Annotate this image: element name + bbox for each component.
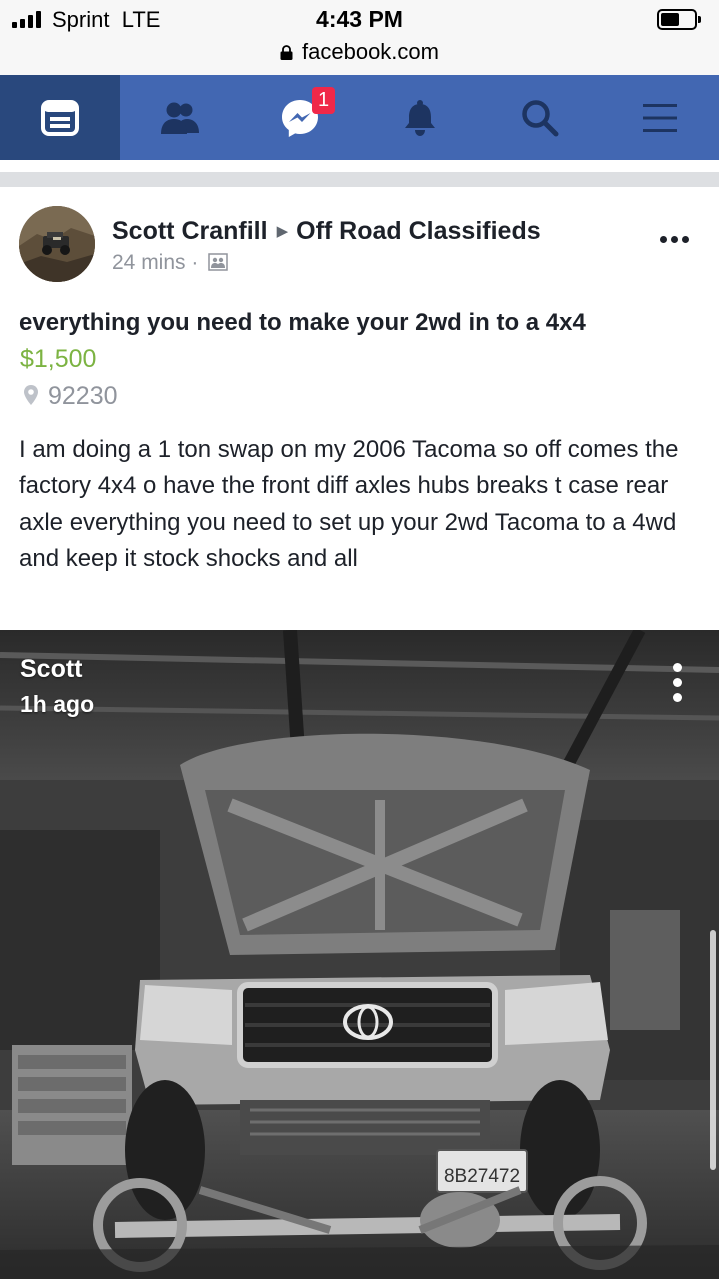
- post-timestamp[interactable]: 24 mins: [112, 251, 186, 274]
- meta-separator: ·: [191, 251, 199, 274]
- feed-spacer: [0, 160, 719, 172]
- story-options-button[interactable]: [673, 663, 682, 702]
- status-time: 4:43 PM: [316, 6, 403, 32]
- bell-icon: [405, 99, 435, 136]
- group-name-link[interactable]: Off Road Classifieds: [296, 217, 541, 245]
- hamburger-menu-icon: [642, 103, 677, 132]
- nav-search[interactable]: [480, 75, 600, 160]
- news-feed-icon: [41, 99, 79, 136]
- status-bar: Sprint LTE 4:43 PM facebook.com: [0, 0, 719, 75]
- author-name-link[interactable]: Scott Cranfill: [112, 217, 268, 245]
- post-author-line: Scott Cranfill ▶ Off Road Classifieds: [112, 217, 541, 246]
- license-plate-text: 8B27472: [444, 1166, 520, 1187]
- lock-icon: [280, 45, 293, 60]
- nav-notifications[interactable]: [360, 75, 480, 160]
- group-icon: [208, 253, 228, 271]
- listing-location: 92230: [23, 382, 118, 411]
- location-text: 92230: [48, 382, 118, 410]
- url-text: facebook.com: [302, 39, 439, 64]
- messenger-badge: 1: [312, 87, 335, 114]
- avatar[interactable]: [19, 206, 95, 282]
- listing-price: $1,500: [20, 345, 97, 373]
- friends-icon: [161, 102, 199, 134]
- nav-news-feed[interactable]: [0, 75, 120, 160]
- post-meta: 24 mins ·: [112, 251, 228, 275]
- feed-divider: [0, 172, 719, 187]
- truck-photo-image: 8B27472: [0, 630, 719, 1279]
- story-author-name: Scott: [20, 655, 83, 683]
- scrollbar-thumb[interactable]: [710, 930, 716, 1170]
- share-arrow-icon: ▶: [276, 223, 289, 240]
- address-bar[interactable]: facebook.com: [0, 39, 719, 65]
- battery-icon: [657, 9, 701, 30]
- listing-photo[interactable]: 8B27472: [0, 630, 719, 1279]
- listing-title: everything you need to make your 2wd in …: [19, 309, 586, 336]
- listing-description: I am doing a 1 ton swap on my 2006 Tacom…: [19, 436, 679, 572]
- location-pin-icon: [24, 385, 38, 405]
- post-options-button[interactable]: [660, 236, 689, 243]
- nav-menu[interactable]: [600, 75, 719, 160]
- search-icon: [522, 99, 559, 136]
- nav-friends[interactable]: [120, 75, 240, 160]
- nav-messenger[interactable]: [240, 75, 360, 160]
- story-timestamp: 1h ago: [20, 691, 95, 717]
- facebook-nav-bar: [0, 75, 719, 160]
- avatar-photo: [19, 206, 95, 282]
